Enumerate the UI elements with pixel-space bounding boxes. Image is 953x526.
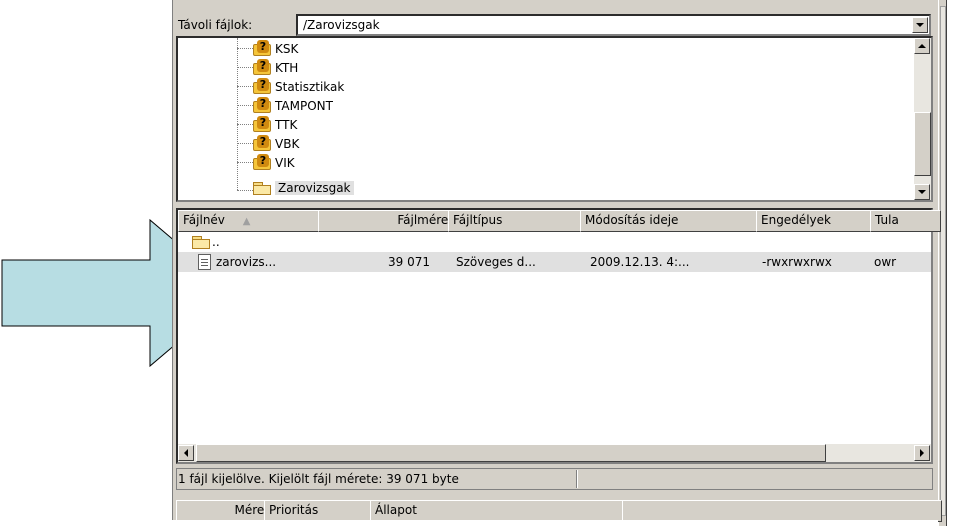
arrow-down-icon — [918, 190, 926, 194]
tree-connector — [237, 67, 253, 68]
window-scrollbar-thumb[interactable] — [940, 6, 946, 516]
column-header-permissions[interactable]: Engedélyek — [756, 210, 880, 232]
unknown-folder-icon: ? — [253, 96, 271, 113]
arrow-right-icon — [920, 449, 924, 457]
tree-connector — [237, 143, 253, 144]
table-row[interactable]: zarovizs... 39 071 Szöveges d... 2009.12… — [178, 252, 931, 272]
tree-connector — [237, 105, 253, 106]
tree-scroll-down-button[interactable] — [914, 184, 930, 200]
tree-connector — [237, 48, 253, 49]
text-file-icon — [198, 254, 211, 270]
unknown-folder-icon: ? — [253, 134, 271, 151]
unknown-folder-icon: ? — [253, 153, 271, 170]
tree-item-label: VIK — [275, 155, 295, 170]
parent-dir-label: .. — [212, 235, 220, 249]
scroll-right-button[interactable] — [914, 445, 930, 461]
queue-column-priority[interactable]: Prioritás — [264, 500, 380, 522]
tree-item-label: TTK — [275, 117, 298, 132]
remote-path-input[interactable] — [296, 14, 931, 36]
tree-scrollbar-thumb[interactable] — [914, 112, 931, 176]
column-header-filetype[interactable]: Fájltípus — [448, 210, 590, 232]
unknown-folder-icon: ? — [253, 58, 271, 75]
queue-area — [172, 520, 938, 526]
tree-connector — [237, 124, 253, 125]
tree-item-label: KSK — [275, 41, 299, 56]
open-folder-icon — [253, 181, 271, 195]
queue-column-extra[interactable] — [622, 500, 942, 522]
list-scrollbar-thumb[interactable] — [196, 444, 826, 462]
tree-connector — [237, 162, 253, 163]
scroll-left-button[interactable] — [178, 445, 194, 461]
column-header-filesize[interactable]: Fájlméret — [318, 210, 458, 232]
tree-item-vbk[interactable]: ? VBK — [253, 134, 299, 153]
status-divider — [576, 470, 578, 488]
queue-column-status[interactable]: Állapot — [370, 500, 632, 522]
tree-connector — [237, 38, 238, 190]
tree-item-label: TAMPONT — [275, 98, 333, 113]
column-header-modified[interactable]: Módosítás ideje — [580, 210, 766, 232]
tree-item-label: KTH — [275, 60, 299, 75]
cell-permissions: -rwxrwxrwx — [762, 255, 832, 269]
path-dropdown-button[interactable] — [912, 17, 928, 33]
remote-files-label: Távoli fájlok: — [178, 18, 253, 32]
tree-item-label: VBK — [275, 136, 300, 151]
cell-filename: zarovizs... — [216, 255, 277, 269]
tree-item-zarovizsgak[interactable]: Zarovizsgak — [253, 178, 354, 197]
sort-ascending-icon: ▲ — [242, 216, 251, 227]
tree-item-vik[interactable]: ? VIK — [253, 153, 295, 172]
unknown-folder-icon: ? — [253, 77, 271, 94]
tree-item-statisztikak[interactable]: ? Statisztikak — [253, 77, 344, 96]
tree-item-label: Zarovizsgak — [275, 180, 354, 195]
cell-filetype: Szöveges d... — [456, 255, 536, 269]
column-header-owner[interactable]: Tula — [870, 210, 941, 232]
tree-connector — [237, 190, 253, 191]
status-text: 1 fájl kijelölve. Kijelölt fájl mérete: … — [178, 472, 459, 486]
tree-item-ksk[interactable]: ? KSK — [253, 39, 298, 58]
tree-connector — [237, 86, 253, 87]
cell-modified: 2009.12.13. 4:... — [590, 255, 690, 269]
arrow-left-icon — [184, 449, 188, 457]
tree-item-label: Statisztikak — [275, 79, 345, 94]
open-folder-icon — [192, 235, 210, 249]
tree-item-ttk[interactable]: ? TTK — [253, 115, 297, 134]
unknown-folder-icon: ? — [253, 39, 271, 56]
list-row-parent[interactable]: .. — [178, 232, 931, 252]
tree-item-kth[interactable]: ? KTH — [253, 58, 298, 77]
unknown-folder-icon: ? — [253, 115, 271, 132]
chevron-down-icon — [916, 23, 924, 27]
column-header-filename[interactable]: Fájlnév ▲ — [178, 210, 328, 232]
queue-column-size[interactable]: Méret — [176, 500, 274, 522]
cell-filesize: 39 071 — [388, 255, 430, 269]
cell-owner: owr — [874, 255, 897, 269]
remote-path-value[interactable]: /Zarovizsgak — [303, 17, 380, 33]
arrow-up-icon — [918, 44, 926, 48]
tree-scroll-up-button[interactable] — [914, 38, 930, 54]
tree-item-tampont[interactable]: ? TAMPONT — [253, 96, 333, 115]
